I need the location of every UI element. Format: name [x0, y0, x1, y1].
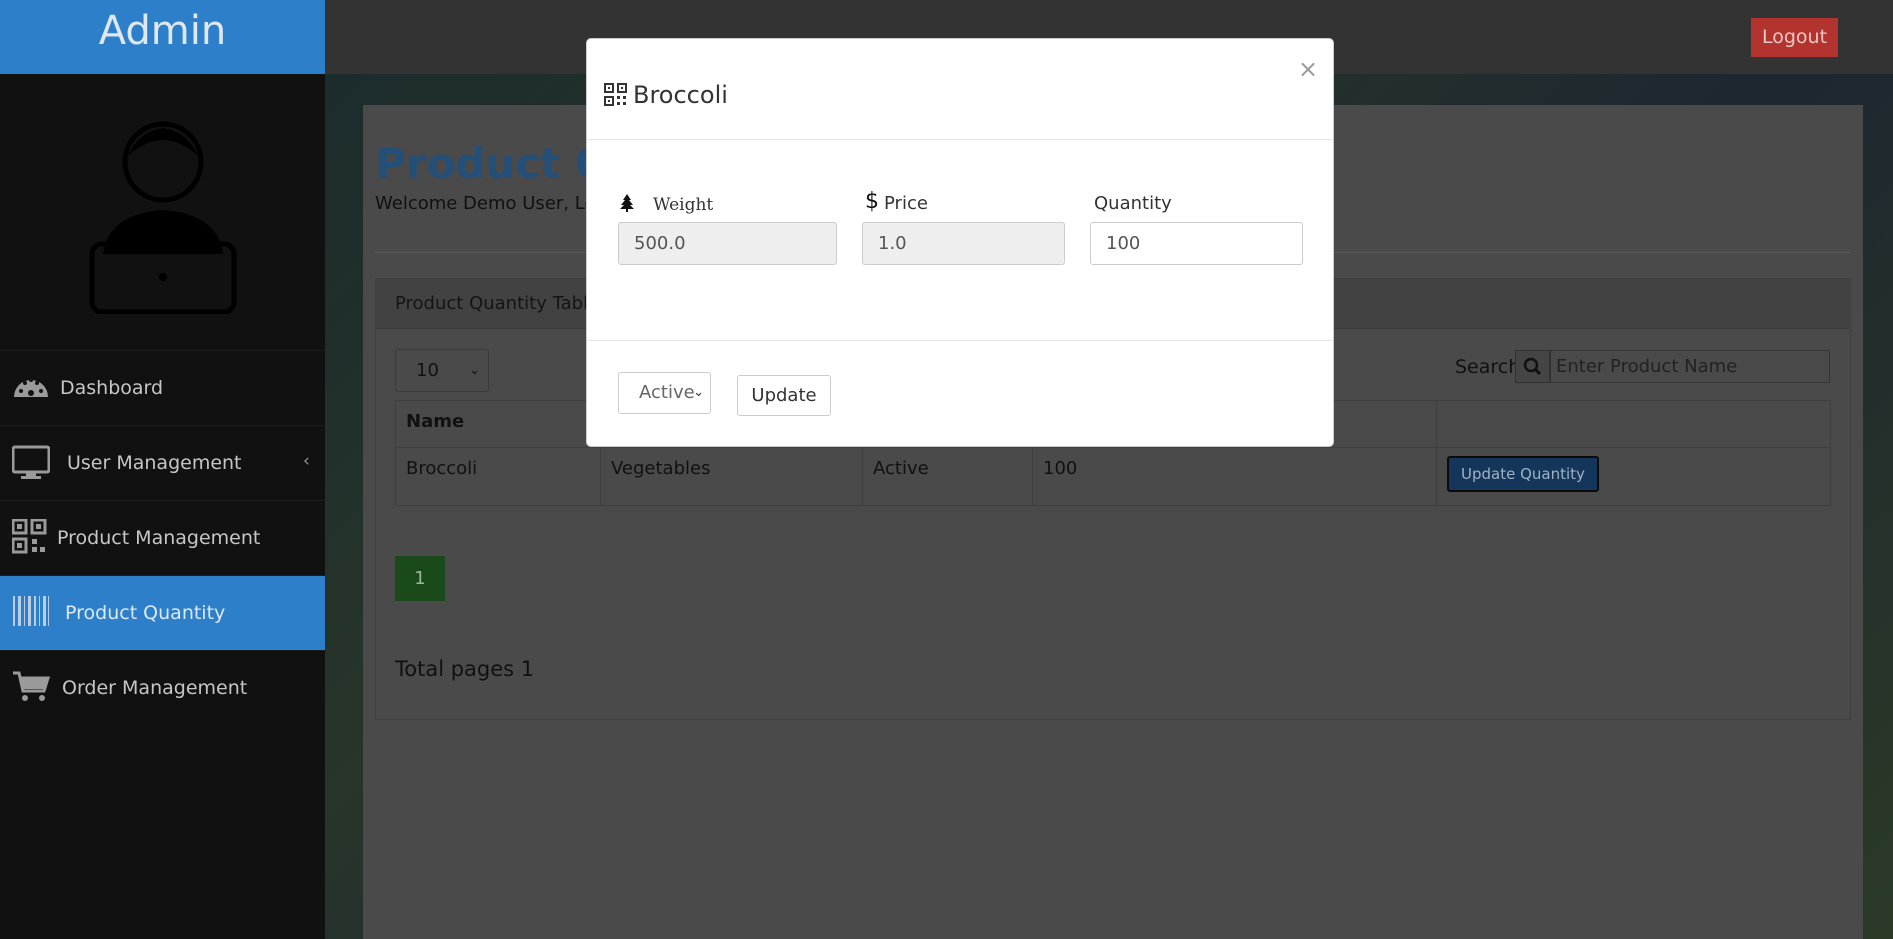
chevron-down-icon: ⌄ — [469, 363, 480, 378]
column-header — [1436, 400, 1831, 448]
update-quantity-button[interactable]: Update Quantity — [1447, 456, 1599, 492]
card-title: Product Quantity Table — [395, 293, 595, 314]
price-field[interactable]: 1.0 — [862, 222, 1065, 265]
table-row: Broccoli Vegetables Active 100 Update Qu… — [395, 447, 1831, 506]
quantity-field[interactable]: 100 — [1090, 222, 1303, 265]
cell-quantity: 100 — [1032, 447, 1437, 506]
sidebar-nav: Dashboard User Management ‹ Product Mana… — [0, 350, 325, 725]
welcome-text: Welcome Demo User, Love — [375, 193, 595, 214]
modal-footer-divider — [587, 340, 1333, 341]
pagination-page-1[interactable]: 1 — [395, 556, 445, 601]
total-pages-text: Total pages 1 — [395, 657, 535, 681]
sidebar-item-dashboard[interactable]: Dashboard — [0, 350, 325, 425]
brand-title: Admin — [0, 0, 325, 74]
logout-button[interactable]: Logout — [1751, 18, 1838, 57]
update-quantity-modal: Broccoli × Weight 500.0 $ Price 1.0 Quan… — [586, 38, 1334, 447]
sidebar: Dashboard User Management ‹ Product Mana… — [0, 74, 325, 939]
sidebar-item-product-quantity[interactable]: Product Quantity — [0, 575, 325, 650]
sidebar-item-label: Dashboard — [60, 377, 164, 399]
chevron-down-icon: ⌄ — [693, 385, 704, 400]
column-header-name[interactable]: Name — [395, 400, 601, 448]
dashboard-icon — [14, 378, 48, 397]
cell-action: Update Quantity — [1436, 447, 1831, 506]
quantity-label: Quantity — [1094, 193, 1172, 214]
barcode-icon — [13, 596, 49, 626]
page-title: Product Quantity — [375, 139, 595, 188]
page-size-select[interactable]: 10 ⌄ — [395, 349, 489, 392]
sidebar-item-label: User Management — [67, 452, 242, 474]
search-input[interactable]: Enter Product Name — [1550, 350, 1830, 383]
sidebar-item-product-management[interactable]: Product Management — [0, 500, 325, 575]
modal-header: Broccoli × — [587, 39, 1333, 140]
close-icon[interactable]: × — [1298, 55, 1318, 83]
weight-field[interactable]: 500.0 — [618, 222, 837, 265]
search-label: Search — [1455, 356, 1521, 378]
search-button[interactable] — [1515, 350, 1550, 383]
update-button[interactable]: Update — [737, 375, 831, 416]
sidebar-item-order-management[interactable]: Order Management — [0, 650, 325, 725]
status-select-value: Active — [639, 382, 695, 403]
cell-name: Broccoli — [395, 447, 601, 506]
sidebar-item-label: Order Management — [62, 677, 248, 699]
cart-icon — [13, 671, 50, 701]
user-avatar-icon — [89, 121, 237, 314]
qrcode-icon — [604, 83, 627, 106]
modal-title: Broccoli — [633, 81, 728, 109]
page-size-value: 10 — [416, 360, 439, 381]
chevron-left-icon: ‹ — [303, 451, 310, 471]
tree-icon — [620, 194, 634, 212]
cell-status: Active — [862, 447, 1033, 506]
search-icon — [1523, 357, 1542, 376]
dollar-icon: $ — [865, 189, 879, 214]
sidebar-item-label: Product Management — [57, 527, 261, 549]
qrcode-icon — [12, 519, 47, 554]
weight-label: Weight — [653, 195, 714, 215]
status-select[interactable]: Active ⌄ — [618, 372, 711, 414]
price-label: Price — [884, 193, 928, 214]
cell-category: Vegetables — [600, 447, 863, 506]
sidebar-item-label: Product Quantity — [65, 602, 226, 624]
monitor-icon — [12, 445, 50, 479]
sidebar-item-user-management[interactable]: User Management ‹ — [0, 425, 325, 500]
